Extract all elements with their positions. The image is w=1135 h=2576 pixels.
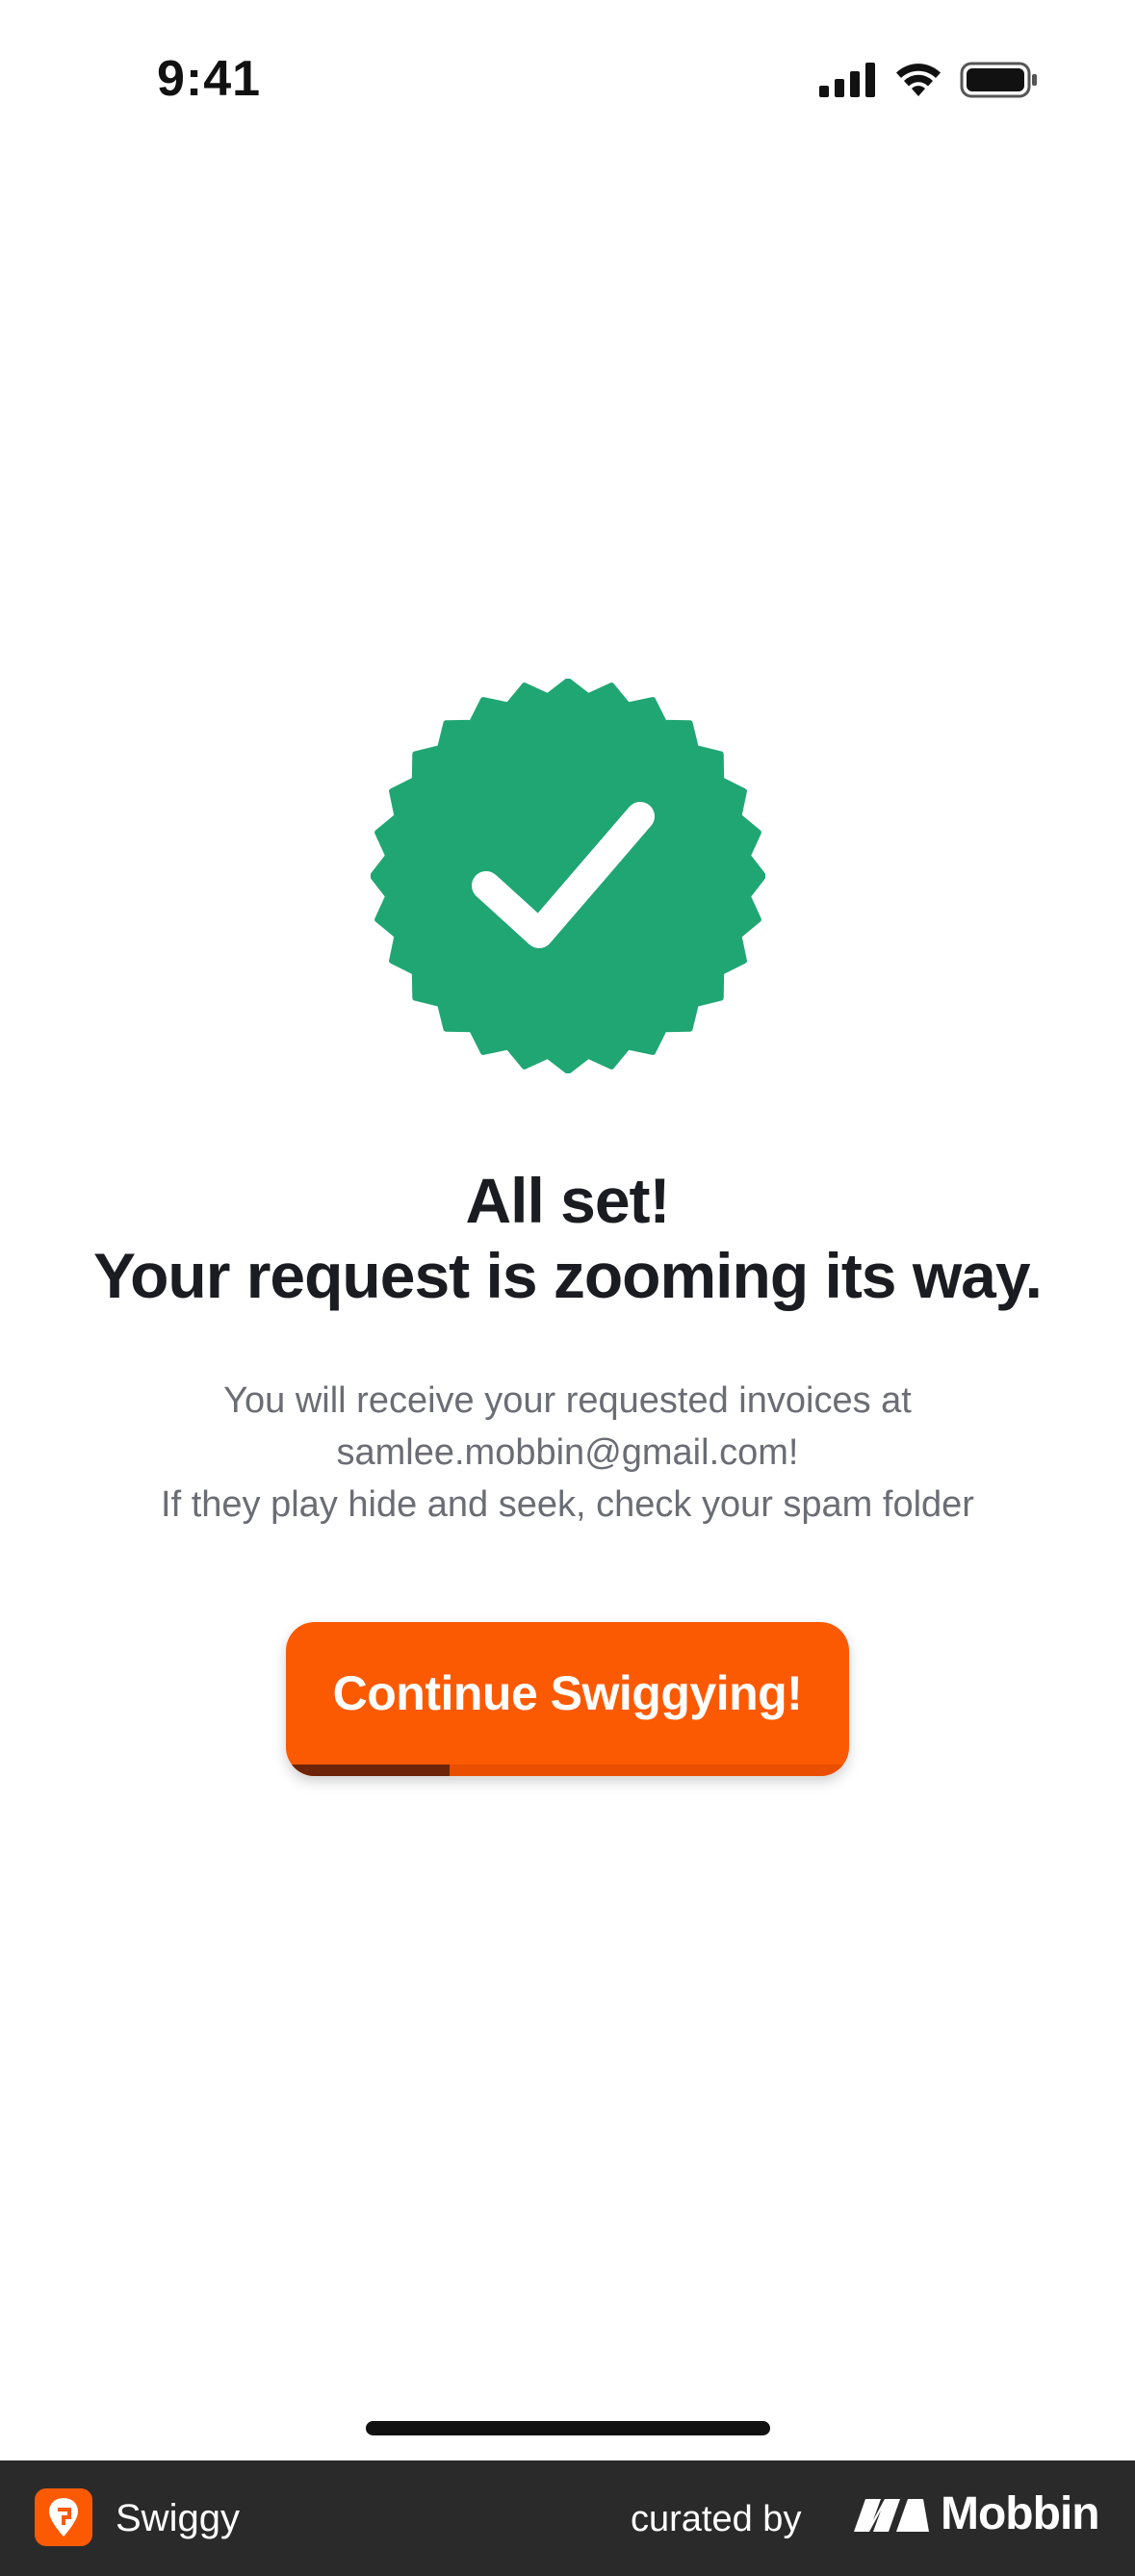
verified-check-badge-icon: [371, 679, 765, 1073]
battery-icon: [960, 62, 1037, 98]
message-line-1: You will receive your requested invoices…: [223, 1380, 912, 1421]
cellular-signal-icon: [819, 63, 875, 97]
wifi-icon: [896, 64, 941, 96]
footer-bar: Swiggy curated by Mobbin: [0, 2460, 1135, 2576]
headline-line-1: All set!: [465, 1165, 670, 1236]
status-icons: [819, 62, 1039, 98]
success-headline: All set! Your request is zooming its way…: [0, 1163, 1135, 1313]
mobbin-logo-icon: [854, 2498, 929, 2532]
message-line-3: If they play hide and seek, check your s…: [161, 1484, 974, 1525]
message-email: samlee.mobbin@gmail.com!: [336, 1432, 799, 1473]
mobbin-brand: Mobbin: [852, 2487, 1100, 2540]
status-bar: 9:41: [0, 0, 1135, 164]
auto-redirect-progress-fill: [286, 1765, 450, 1776]
mobbin-brand-text: Mobbin: [941, 2488, 1100, 2539]
success-message: You will receive your requested invoices…: [0, 1375, 1135, 1531]
continue-swiggying-button[interactable]: Continue Swiggying!: [286, 1622, 849, 1776]
status-time: 9:41: [157, 51, 262, 107]
order-invoice-success-screen: 9:41 All set! Your request is zooming it…: [0, 0, 1135, 2576]
footer-app-name: Swiggy: [116, 2497, 240, 2539]
continue-button-label: Continue Swiggying!: [332, 1666, 803, 1720]
home-indicator: [366, 2421, 770, 2435]
headline-line-2: Your request is zooming its way.: [92, 1240, 1043, 1311]
swiggy-logo-icon: [35, 2488, 92, 2546]
footer-curated-label: curated by: [631, 2499, 802, 2539]
